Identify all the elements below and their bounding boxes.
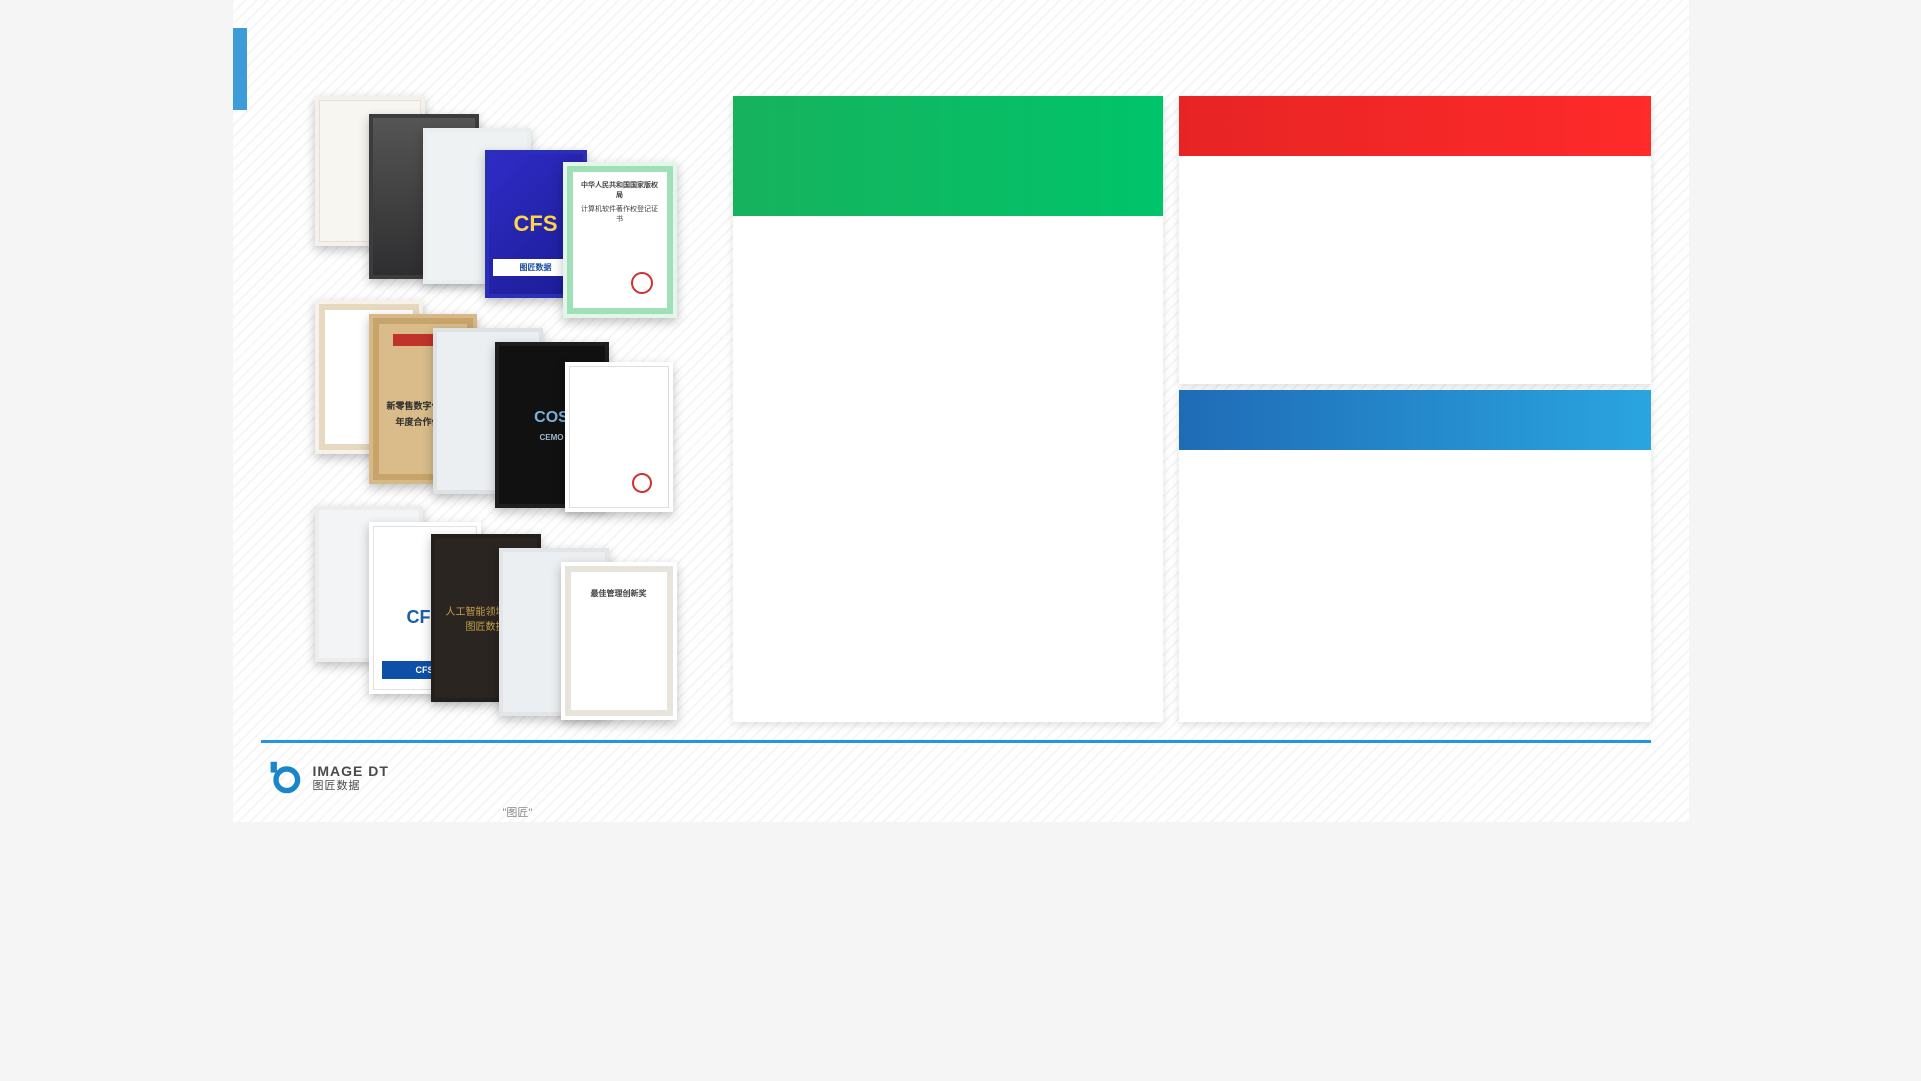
certificate-document [565,362,673,512]
red-seal-icon [631,272,653,294]
left-accent-tab [233,28,247,110]
panel-green [733,96,1163,722]
panel-red-header [1179,96,1651,156]
cert-heading: 中华人民共和国国家版权局 [579,180,661,200]
page-note: "图匠" [503,804,533,820]
cfs-logo-text: CFS [514,211,558,237]
red-seal-icon [632,473,652,493]
slide: CFS 图匠数据 中华人民共和国国家版权局 计算机软件著作权登记证书 新零售数字… [233,0,1689,822]
brand-mark-icon [267,760,303,796]
brand-name-en: IMAGE DT [313,764,389,779]
brand-name-cn: 图匠数据 [313,780,389,792]
panel-red [1179,96,1651,384]
cert-subheading: 计算机软件著作权登记证书 [579,204,661,224]
certificate-software-copyright: 中华人民共和国国家版权局 计算机软件著作权登记证书 [563,162,677,318]
award-collage: CFS 图匠数据 中华人民共和国国家版权局 计算机软件著作权登记证书 新零售数字… [315,96,685,726]
panel-blue-header [1179,390,1651,450]
panel-green-header [733,96,1163,216]
frame-caption: 最佳管理创新奖 [591,588,647,599]
framed-certificate: 最佳管理创新奖 [561,562,677,720]
bottom-divider [261,740,1651,743]
trophy-subtext: CEMO [540,433,564,442]
footer-logo: IMAGE DT 图匠数据 [267,760,389,796]
panel-blue [1179,390,1651,722]
